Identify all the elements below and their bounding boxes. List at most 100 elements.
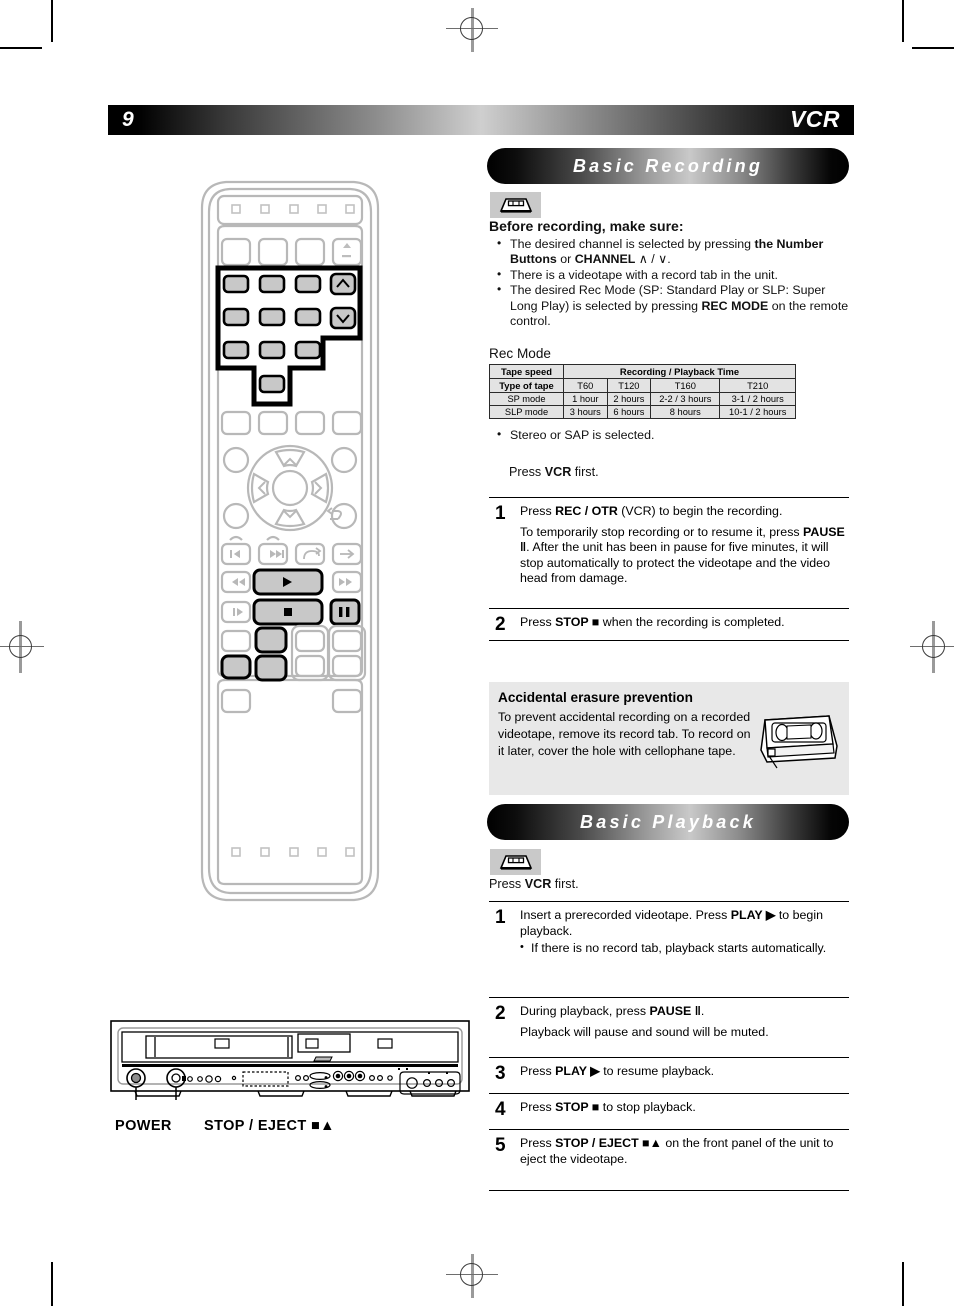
table-cell: 8 hours [650,405,721,419]
crop-mark-bottom-right-vertical [902,1262,904,1306]
step-paragraph: Press STOP ■ when the recording is compl… [520,615,849,631]
table-cell: Type of tape [489,378,564,393]
crop-mark-top-left-horizontal [0,47,42,49]
crop-mark-bottom-left-vertical [51,1262,53,1306]
before-recording-list: The desired channel is selected by press… [489,236,849,329]
plain-text: (VCR) to begin the recording. [617,504,783,518]
table-cell: SP mode [489,392,564,406]
emphasis-text: STOP / EJECT ■▲ [555,1136,662,1150]
vhs-tape-record-tab-icon [755,706,843,776]
step-number: 4 [495,1099,506,1120]
step-paragraph: Press REC / OTR (VCR) to begin the recor… [520,504,849,520]
plain-text: first. [571,465,599,479]
emphasis-text: PLAY ▶ [730,908,776,922]
step-number: 2 [495,1003,506,1024]
step-paragraph: To temporarily stop recording or to resu… [520,525,849,587]
plain-text: There is a videotape with a record tab i… [510,267,778,282]
step-body: Insert a prerecorded videotape. Press PL… [520,908,849,957]
emphasis-text: STOP ■ [555,1100,600,1114]
step-body: Press STOP ■ to stop playback. [520,1100,849,1116]
section-banner-label: Basic Playback [580,811,756,832]
press-vcr-first-playback: Press VCR first. [489,877,849,892]
step-body: Press PLAY ▶ to resume playback. [520,1064,849,1080]
step-body: During playback, press PAUSE ‖. Playback … [520,1004,849,1040]
registration-mark-bottom [446,1254,498,1298]
plain-text: to stop playback. [599,1100,696,1114]
rec-mode-table: Tape speed Recording / Playback Time Type … [489,364,796,419]
list-item: There is a videotape with a record tab i… [489,267,849,283]
vhs-cassette-icon [490,849,541,875]
table-cell: 1 hour [563,392,608,406]
rec-mode-label: Rec Mode [489,346,551,361]
table-row: Type of tape T60 T120 T160 T210 [489,378,796,393]
table-row: SLP mode 3 hours 6 hours 8 hours 10-1 / 2 ho… [489,405,796,419]
emphasis-text: VCR [524,877,552,891]
crop-mark-top-left-vertical [51,0,53,42]
step-body: Press STOP ■ when the recording is compl… [520,615,849,631]
step-number: 5 [495,1135,506,1156]
playback-step-5: 5 Press STOP / EJECT ■▲ on the front pane… [489,1129,849,1174]
table-cell: T60 [563,378,608,393]
emphasis-text: PAUSE ‖ [649,1004,701,1018]
stop-eject-button-label: STOP / EJECT ■▲ [204,1118,335,1134]
page-header-bar: 9 VCR [108,105,854,135]
table-cell: T210 [719,378,796,393]
playback-step-1: 1 Insert a prerecorded videotape. Press P… [489,901,849,964]
plain-text: when the recording is completed. [599,615,785,629]
emphasis-text: REC / OTR [555,504,618,518]
step-number: 1 [495,503,506,524]
table-cell: 6 hours [606,405,652,419]
step-body: Press STOP / EJECT ■▲ on the front panel… [520,1136,849,1167]
power-button-label: POWER [115,1118,172,1134]
before-recording-heading: Before recording, make sure: [489,218,684,234]
emphasis-text: STOP ■ [555,615,600,629]
plain-text: first. [551,877,579,891]
table-cell: T160 [650,378,721,393]
plain-text: The desired channel is selected by press… [510,237,755,251]
table-cell: T120 [606,378,652,393]
crop-mark-top-right-horizontal [912,47,954,49]
playback-step-2: 2 During playback, press PAUSE ‖. Playback… [489,997,849,1047]
table-cell: Recording / Playback Time [563,364,796,379]
table-cell: 3 hours [563,405,608,419]
plain-text: Playback will pause and sound will be mu… [520,1024,769,1039]
table-row: SP mode 1 hour 2 hours 2-2 / 3 hours 3-1 / 2… [489,392,796,406]
recording-step-1: 1 Press REC / OTR (VCR) to begin the rec… [489,497,849,594]
section-banner-basic-playback: Basic Playback [487,804,849,840]
table-cell: SLP mode [489,405,564,419]
playback-step-3: 3 Press PLAY ▶ to resume playback. [489,1057,849,1087]
table-cell: Tape speed [489,364,564,379]
plain-text: ∧ / ∨. [635,252,671,267]
table-cell: 10-1 / 2 hours [719,405,796,419]
plain-text: During playback, press [520,1004,650,1018]
plain-text: Press [520,1136,556,1150]
section-banner-label: Basic Recording [572,155,764,176]
plain-text: . After the unit has been in pause for f… [520,540,830,586]
step-paragraph: Insert a prerecorded videotape. Press PL… [520,908,849,939]
step-number: 3 [495,1063,506,1084]
plain-text: . [700,1004,705,1018]
vcr-front-panel-illustration [110,1020,470,1118]
step-paragraph: Press STOP ■ to stop playback. [520,1100,849,1116]
plain-text: Press [520,615,556,629]
registration-mark-left [0,621,44,673]
page-number: 9 [122,108,134,131]
step-paragraph: Press PLAY ▶ to resume playback. [520,1064,849,1080]
rec-mode-table-body: Tape speed Recording / Playback Time Type … [489,364,796,419]
step-number: 2 [495,614,506,635]
accidental-erasure-title: Accidental erasure prevention [498,690,693,705]
plain-text: to resume playback. [599,1064,715,1078]
accidental-erasure-callout: Accidental erasure prevention To prevent… [489,682,849,795]
table-row: Tape speed Recording / Playback Time [489,364,796,379]
plain-text: Insert a prerecorded videotape. Press [520,908,731,922]
table-cell: 3-1 / 2 hours [719,392,796,406]
step-sub-bullet: If there is no record tab, playback star… [520,940,849,957]
list-item: The desired channel is selected by press… [489,236,849,268]
plain-text: Press [520,1064,556,1078]
plain-text: Press [489,877,525,891]
step-paragraph: Press STOP / EJECT ■▲ on the front panel… [520,1136,849,1167]
section-banner-basic-recording: Basic Recording [487,148,849,184]
registration-mark-top [446,8,498,52]
plain-text: or [556,252,575,267]
list-item: Stereo or SAP is selected. [489,427,849,443]
